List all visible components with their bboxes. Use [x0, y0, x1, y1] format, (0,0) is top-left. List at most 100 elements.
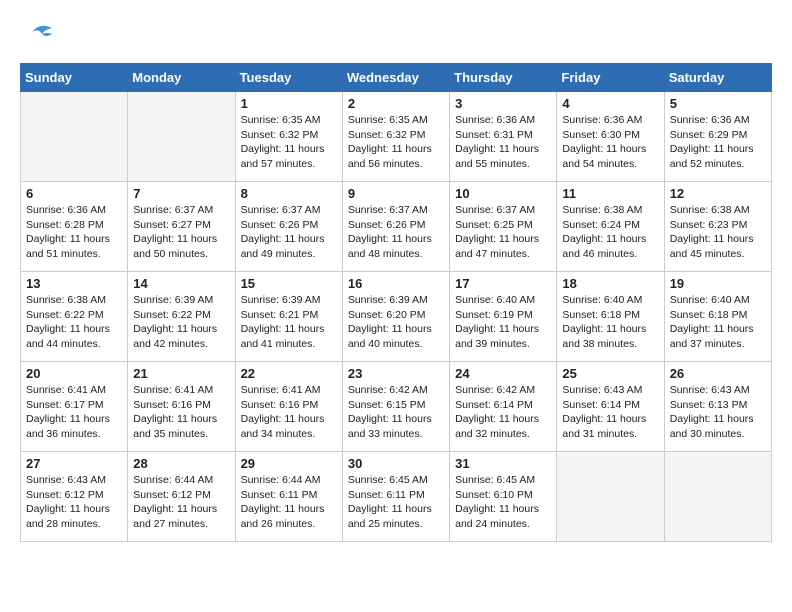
- cell-info: Sunrise: 6:42 AMSunset: 6:14 PMDaylight:…: [455, 383, 551, 442]
- cell-info: Sunrise: 6:45 AMSunset: 6:10 PMDaylight:…: [455, 473, 551, 532]
- calendar-week-2: 6Sunrise: 6:36 AMSunset: 6:28 PMDaylight…: [21, 182, 772, 272]
- calendar-cell: 27 Sunrise: 6:43 AMSunset: 6:12 PMDayligh…: [21, 452, 128, 542]
- day-number: 16: [348, 276, 444, 291]
- calendar-week-5: 27 Sunrise: 6:43 AMSunset: 6:12 PMDayligh…: [21, 452, 772, 542]
- calendar-cell: 16 Sunrise: 6:39 AMSunset: 6:20 PMDayligh…: [342, 272, 449, 362]
- cell-info: Sunrise: 6:44 AMSunset: 6:12 PMDaylight:…: [133, 473, 229, 532]
- calendar-cell: 12 Sunrise: 6:38 AMSunset: 6:23 PMDayligh…: [664, 182, 771, 272]
- calendar-cell: 23 Sunrise: 6:42 AMSunset: 6:15 PMDayligh…: [342, 362, 449, 452]
- day-number: 17: [455, 276, 551, 291]
- calendar-cell: 26 Sunrise: 6:43 AMSunset: 6:13 PMDayligh…: [664, 362, 771, 452]
- cell-info: Sunrise: 6:41 AMSunset: 6:17 PMDaylight:…: [26, 383, 122, 442]
- calendar-cell: 6Sunrise: 6:36 AMSunset: 6:28 PMDaylight…: [21, 182, 128, 272]
- cell-info: Sunrise: 6:36 AMSunset: 6:30 PMDaylight:…: [562, 113, 658, 172]
- calendar-cell: 30 Sunrise: 6:45 AMSunset: 6:11 PMDayligh…: [342, 452, 449, 542]
- header-tuesday: Tuesday: [235, 64, 342, 92]
- cell-info: Sunrise: 6:42 AMSunset: 6:15 PMDaylight:…: [348, 383, 444, 442]
- calendar-cell: [664, 452, 771, 542]
- cell-info: Sunrise: 6:41 AMSunset: 6:16 PMDaylight:…: [133, 383, 229, 442]
- calendar-cell: 20 Sunrise: 6:41 AMSunset: 6:17 PMDayligh…: [21, 362, 128, 452]
- calendar-cell: 9 Sunrise: 6:37 AMSunset: 6:26 PMDaylight…: [342, 182, 449, 272]
- calendar-cell: 7 Sunrise: 6:37 AMSunset: 6:27 PMDaylight…: [128, 182, 235, 272]
- calendar-cell: 22 Sunrise: 6:41 AMSunset: 6:16 PMDayligh…: [235, 362, 342, 452]
- day-number: 18: [562, 276, 658, 291]
- cell-info: Sunrise: 6:43 AMSunset: 6:14 PMDaylight:…: [562, 383, 658, 442]
- day-number: 10: [455, 186, 551, 201]
- cell-info: Sunrise: 6:39 AMSunset: 6:22 PMDaylight:…: [133, 293, 229, 352]
- day-number: 8: [241, 186, 337, 201]
- day-number: 9: [348, 186, 444, 201]
- calendar-cell: 10Sunrise: 6:37 AMSunset: 6:25 PMDayligh…: [450, 182, 557, 272]
- cell-info: Sunrise: 6:37 AMSunset: 6:26 PMDaylight:…: [348, 203, 444, 262]
- calendar-cell: 3 Sunrise: 6:36 AMSunset: 6:31 PMDaylight…: [450, 92, 557, 182]
- cell-info: Sunrise: 6:40 AMSunset: 6:19 PMDaylight:…: [455, 293, 551, 352]
- cell-info: Sunrise: 6:45 AMSunset: 6:11 PMDaylight:…: [348, 473, 444, 532]
- day-number: 24: [455, 366, 551, 381]
- cell-info: Sunrise: 6:40 AMSunset: 6:18 PMDaylight:…: [670, 293, 766, 352]
- cell-info: Sunrise: 6:36 AMSunset: 6:28 PMDaylight:…: [26, 203, 122, 262]
- calendar-cell: [557, 452, 664, 542]
- cell-info: Sunrise: 6:44 AMSunset: 6:11 PMDaylight:…: [241, 473, 337, 532]
- day-number: 28: [133, 456, 229, 471]
- day-number: 15: [241, 276, 337, 291]
- calendar-cell: [21, 92, 128, 182]
- day-number: 1: [241, 96, 337, 111]
- day-number: 12: [670, 186, 766, 201]
- header-monday: Monday: [128, 64, 235, 92]
- day-number: 23: [348, 366, 444, 381]
- calendar-cell: 1 Sunrise: 6:35 AMSunset: 6:32 PMDaylight…: [235, 92, 342, 182]
- header-sunday: Sunday: [21, 64, 128, 92]
- day-number: 5: [670, 96, 766, 111]
- calendar-cell: [128, 92, 235, 182]
- calendar-cell: 31Sunrise: 6:45 AMSunset: 6:10 PMDayligh…: [450, 452, 557, 542]
- day-number: 2: [348, 96, 444, 111]
- day-number: 30: [348, 456, 444, 471]
- calendar-cell: 2 Sunrise: 6:35 AMSunset: 6:32 PMDaylight…: [342, 92, 449, 182]
- cell-info: Sunrise: 6:38 AMSunset: 6:23 PMDaylight:…: [670, 203, 766, 262]
- cell-info: Sunrise: 6:40 AMSunset: 6:18 PMDaylight:…: [562, 293, 658, 352]
- day-number: 3: [455, 96, 551, 111]
- calendar-cell: 18 Sunrise: 6:40 AMSunset: 6:18 PMDayligh…: [557, 272, 664, 362]
- day-number: 4: [562, 96, 658, 111]
- calendar-cell: 28 Sunrise: 6:44 AMSunset: 6:12 PMDayligh…: [128, 452, 235, 542]
- cell-info: Sunrise: 6:38 AMSunset: 6:24 PMDaylight:…: [562, 203, 658, 262]
- calendar-week-4: 20 Sunrise: 6:41 AMSunset: 6:17 PMDayligh…: [21, 362, 772, 452]
- logo: [20, 20, 57, 53]
- page-header: [20, 20, 772, 53]
- cell-info: Sunrise: 6:37 AMSunset: 6:27 PMDaylight:…: [133, 203, 229, 262]
- cell-info: Sunrise: 6:39 AMSunset: 6:20 PMDaylight:…: [348, 293, 444, 352]
- day-number: 22: [241, 366, 337, 381]
- header-thursday: Thursday: [450, 64, 557, 92]
- day-number: 20: [26, 366, 122, 381]
- logo-bird-icon: [22, 20, 57, 45]
- day-number: 27: [26, 456, 122, 471]
- day-number: 26: [670, 366, 766, 381]
- day-number: 19: [670, 276, 766, 291]
- cell-info: Sunrise: 6:37 AMSunset: 6:26 PMDaylight:…: [241, 203, 337, 262]
- calendar-cell: 19 Sunrise: 6:40 AMSunset: 6:18 PMDayligh…: [664, 272, 771, 362]
- calendar-week-1: 1 Sunrise: 6:35 AMSunset: 6:32 PMDaylight…: [21, 92, 772, 182]
- day-number: 25: [562, 366, 658, 381]
- header-wednesday: Wednesday: [342, 64, 449, 92]
- day-number: 13: [26, 276, 122, 291]
- day-number: 14: [133, 276, 229, 291]
- cell-info: Sunrise: 6:35 AMSunset: 6:32 PMDaylight:…: [241, 113, 337, 172]
- calendar-table: SundayMondayTuesdayWednesdayThursdayFrid…: [20, 63, 772, 542]
- calendar-cell: 11Sunrise: 6:38 AMSunset: 6:24 PMDayligh…: [557, 182, 664, 272]
- day-number: 7: [133, 186, 229, 201]
- calendar-cell: 15 Sunrise: 6:39 AMSunset: 6:21 PMDayligh…: [235, 272, 342, 362]
- calendar-cell: 14 Sunrise: 6:39 AMSunset: 6:22 PMDayligh…: [128, 272, 235, 362]
- header-saturday: Saturday: [664, 64, 771, 92]
- cell-info: Sunrise: 6:43 AMSunset: 6:12 PMDaylight:…: [26, 473, 122, 532]
- cell-info: Sunrise: 6:39 AMSunset: 6:21 PMDaylight:…: [241, 293, 337, 352]
- cell-info: Sunrise: 6:41 AMSunset: 6:16 PMDaylight:…: [241, 383, 337, 442]
- cell-info: Sunrise: 6:36 AMSunset: 6:31 PMDaylight:…: [455, 113, 551, 172]
- cell-info: Sunrise: 6:36 AMSunset: 6:29 PMDaylight:…: [670, 113, 766, 172]
- calendar-cell: 5 Sunrise: 6:36 AMSunset: 6:29 PMDaylight…: [664, 92, 771, 182]
- cell-info: Sunrise: 6:43 AMSunset: 6:13 PMDaylight:…: [670, 383, 766, 442]
- calendar-week-3: 13Sunrise: 6:38 AMSunset: 6:22 PMDayligh…: [21, 272, 772, 362]
- calendar-cell: 29 Sunrise: 6:44 AMSunset: 6:11 PMDayligh…: [235, 452, 342, 542]
- day-number: 29: [241, 456, 337, 471]
- calendar-cell: 24 Sunrise: 6:42 AMSunset: 6:14 PMDayligh…: [450, 362, 557, 452]
- cell-info: Sunrise: 6:35 AMSunset: 6:32 PMDaylight:…: [348, 113, 444, 172]
